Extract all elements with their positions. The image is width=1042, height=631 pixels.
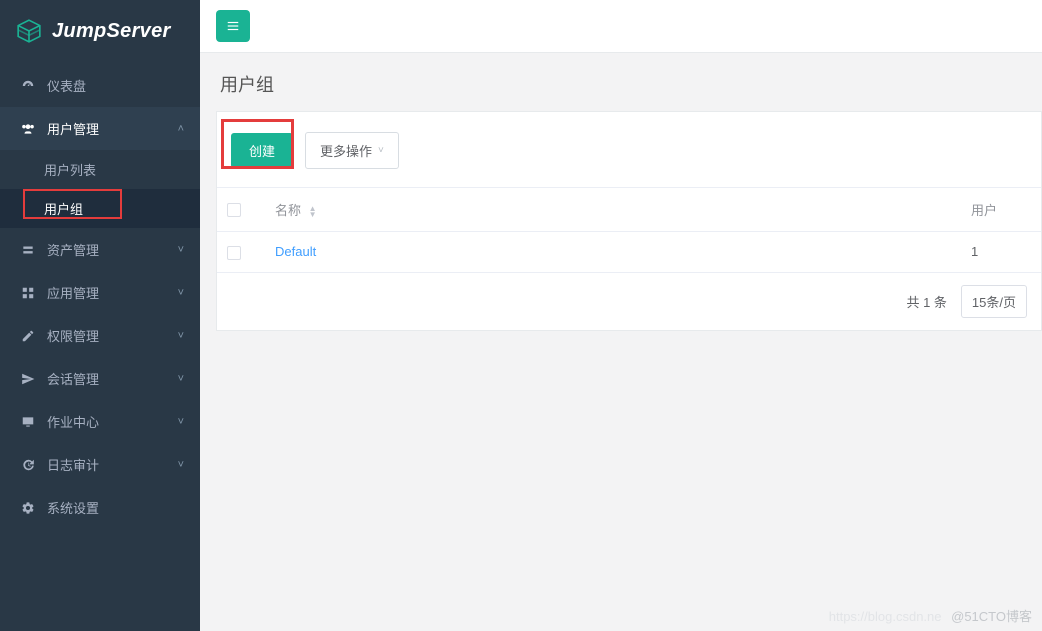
watermark-text: @51CTO博客 bbox=[951, 609, 1032, 624]
header-name[interactable]: 名称 ▲▼ bbox=[265, 188, 961, 232]
gear-icon bbox=[19, 501, 37, 515]
watermark: https://blog.csdn.ne @51CTO博客 bbox=[829, 606, 1032, 625]
content-card: 创建 更多操作 ˅ 名称 ▲▼ bbox=[216, 111, 1042, 331]
table-footer: 共 1 条 15条/页 bbox=[217, 273, 1041, 330]
logo-icon bbox=[16, 18, 42, 44]
sidebar-sub-user-group[interactable]: 用户组 bbox=[0, 189, 200, 228]
subnav-user-management: 用户列表 用户组 bbox=[0, 150, 200, 228]
chevron-down-icon: ˅ bbox=[178, 244, 184, 256]
users-icon bbox=[19, 122, 37, 136]
watermark-faint: https://blog.csdn.ne bbox=[829, 609, 942, 624]
edit-icon bbox=[19, 329, 37, 343]
sidebar-item-system-settings[interactable]: 系统设置 bbox=[0, 486, 200, 529]
pagination-total: 共 1 条 bbox=[906, 292, 946, 311]
chevron-down-icon: ˅ bbox=[178, 330, 184, 342]
brand-name: JumpServer bbox=[52, 20, 171, 43]
cell-user-count: 1 bbox=[961, 232, 1041, 273]
chevron-down-icon: ˅ bbox=[178, 287, 184, 299]
table-row: Default 1 bbox=[217, 232, 1041, 273]
col-name-label: 名称 bbox=[275, 203, 301, 218]
send-icon bbox=[19, 372, 37, 386]
sidebar-item-job-center[interactable]: 作业中心 ˅ bbox=[0, 400, 200, 443]
create-button[interactable]: 创建 bbox=[231, 133, 293, 168]
nav-label: 系统设置 bbox=[47, 498, 184, 517]
cell-name: Default bbox=[265, 232, 961, 273]
page-title: 用户组 bbox=[200, 53, 1042, 111]
sidebar: JumpServer 仪表盘 用户管理 ˄ 用户列表 bbox=[0, 0, 200, 631]
chevron-down-icon: ˅ bbox=[178, 416, 184, 428]
table-header-row: 名称 ▲▼ 用户 bbox=[217, 188, 1041, 232]
monitor-icon bbox=[19, 415, 37, 429]
grid-icon bbox=[19, 286, 37, 300]
group-name-link[interactable]: Default bbox=[275, 244, 316, 259]
chevron-down-icon: ˅ bbox=[178, 373, 184, 385]
chevron-down-icon: ˅ bbox=[378, 145, 384, 156]
brand-logo[interactable]: JumpServer bbox=[0, 0, 200, 64]
menu-toggle-button[interactable] bbox=[216, 10, 250, 42]
header-checkbox-cell bbox=[217, 188, 265, 232]
sidebar-item-dashboard[interactable]: 仪表盘 bbox=[0, 64, 200, 107]
nav-label: 用户管理 bbox=[47, 119, 178, 138]
user-group-table: 名称 ▲▼ 用户 Default bbox=[217, 187, 1041, 273]
sidebar-item-log-audit[interactable]: 日志审计 ˅ bbox=[0, 443, 200, 486]
nav-label: 作业中心 bbox=[47, 412, 178, 431]
nav-label: 日志审计 bbox=[47, 455, 178, 474]
col-user-label: 用户 bbox=[971, 203, 997, 218]
sidebar-item-app-management[interactable]: 应用管理 ˅ bbox=[0, 271, 200, 314]
page-size-select[interactable]: 15条/页 bbox=[961, 285, 1027, 318]
more-label: 更多操作 bbox=[320, 141, 372, 160]
asset-icon bbox=[19, 243, 37, 257]
more-actions-button[interactable]: 更多操作 ˅ bbox=[305, 132, 399, 169]
sidebar-nav: 仪表盘 用户管理 ˄ 用户列表 用户组 bbox=[0, 64, 200, 529]
history-icon bbox=[19, 458, 37, 472]
sidebar-item-asset-management[interactable]: 资产管理 ˅ bbox=[0, 228, 200, 271]
dashboard-icon bbox=[19, 79, 37, 93]
topbar bbox=[200, 0, 1042, 53]
chevron-down-icon: ˅ bbox=[178, 459, 184, 471]
sidebar-item-user-management[interactable]: 用户管理 ˄ bbox=[0, 107, 200, 150]
select-all-checkbox[interactable] bbox=[227, 203, 241, 217]
sub-label: 用户组 bbox=[44, 202, 83, 217]
nav-label: 资产管理 bbox=[47, 240, 178, 259]
main-area: 用户组 创建 更多操作 ˅ 名称 bbox=[200, 0, 1042, 631]
nav-label: 会话管理 bbox=[47, 369, 178, 388]
card-toolbar: 创建 更多操作 ˅ bbox=[217, 112, 1041, 187]
row-checkbox-cell bbox=[217, 232, 265, 273]
sidebar-item-session-management[interactable]: 会话管理 ˅ bbox=[0, 357, 200, 400]
sidebar-sub-user-list[interactable]: 用户列表 bbox=[0, 150, 200, 189]
nav-label: 权限管理 bbox=[47, 326, 178, 345]
sidebar-item-permission-management[interactable]: 权限管理 ˅ bbox=[0, 314, 200, 357]
row-checkbox[interactable] bbox=[227, 246, 241, 260]
sort-icon: ▲▼ bbox=[309, 206, 317, 218]
header-user: 用户 bbox=[961, 188, 1041, 232]
hamburger-icon bbox=[225, 19, 241, 33]
nav-label: 仪表盘 bbox=[47, 76, 184, 95]
nav-label: 应用管理 bbox=[47, 283, 178, 302]
sub-label: 用户列表 bbox=[44, 163, 96, 178]
chevron-up-icon: ˄ bbox=[178, 123, 184, 135]
